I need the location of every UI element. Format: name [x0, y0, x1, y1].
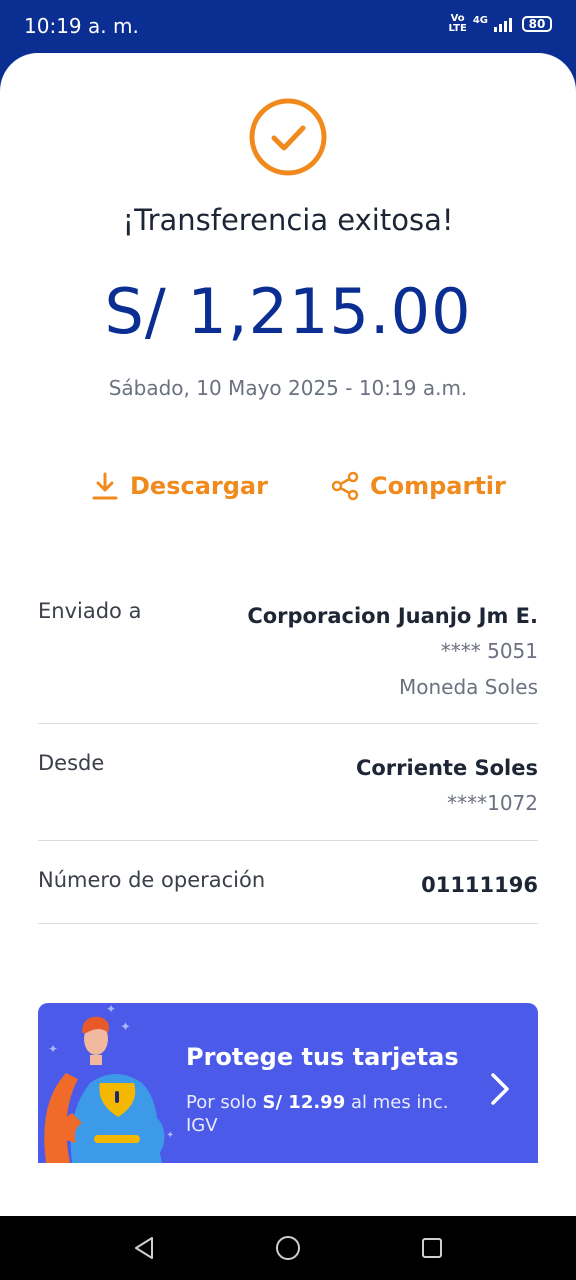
share-icon: [331, 471, 359, 501]
promo-title: Protege tus tarjetas: [186, 1043, 459, 1071]
system-nav-bar: [0, 1216, 576, 1280]
svg-text:✦: ✦: [166, 1130, 174, 1141]
sent-to-values: Corporacion Juanjo Jm E. **** 5051 Moned…: [247, 599, 538, 705]
promo-text: Por solo S/ 12.99 al mes inc. IGV: [186, 1091, 456, 1137]
download-label: Descargar: [130, 472, 268, 500]
share-button[interactable]: Compartir: [330, 471, 506, 501]
recipient-currency: Moneda Soles: [399, 675, 538, 699]
check-circle-icon: [249, 98, 327, 176]
battery-level: 80: [528, 17, 546, 31]
superhero-illustration: ✦ ✦ ✦ ✦: [44, 1003, 174, 1163]
sent-to-label: Enviado a: [38, 599, 142, 623]
network-type: 4G: [472, 14, 488, 26]
back-icon[interactable]: [130, 1234, 158, 1262]
operation-row: Número de operación 01111196: [38, 868, 538, 924]
svg-text:✦: ✦: [106, 1003, 116, 1016]
download-button[interactable]: Descargar: [90, 471, 268, 501]
recent-apps-icon[interactable]: [418, 1234, 446, 1262]
promo-text-prefix: Por solo: [186, 1092, 263, 1113]
receipt-card: ¡Transferencia exitosa! S/ 1,215.00 Sába…: [0, 53, 576, 1216]
battery-icon: 80: [522, 16, 552, 32]
from-label: Desde: [38, 751, 105, 775]
share-label: Compartir: [370, 472, 506, 500]
promo-price: S/ 12.99: [262, 1092, 346, 1113]
recipient-name: Corporacion Juanjo Jm E.: [247, 604, 538, 628]
sent-to-row: Enviado a Corporacion Juanjo Jm E. **** …: [38, 599, 538, 724]
status-icons: Vo LTE 4G 80: [448, 14, 552, 34]
status-bar: 10:19 a. m. Vo LTE 4G 80: [0, 0, 576, 56]
operation-values: 01111196: [421, 868, 538, 902]
volte-indicator: Vo LTE: [448, 13, 467, 34]
from-values: Corriente Soles ****1072: [356, 751, 538, 821]
protect-cards-banner[interactable]: ✦ ✦ ✦ ✦ Protege tus tarjetas Por solo S/…: [38, 1003, 538, 1163]
home-icon[interactable]: [274, 1234, 302, 1262]
recipient-account: **** 5051: [440, 639, 538, 663]
status-time: 10:19 a. m.: [24, 14, 139, 38]
transfer-datetime: Sábado, 10 Mayo 2025 - 10:19 a.m.: [108, 376, 468, 400]
svg-text:✦: ✦: [120, 1020, 131, 1035]
transfer-amount: S/ 1,215.00: [104, 275, 472, 348]
from-row: Desde Corriente Soles ****1072: [38, 751, 538, 841]
operation-number: 01111196: [421, 873, 538, 897]
chevron-right-icon: [491, 1073, 509, 1105]
svg-text:✦: ✦: [48, 1042, 58, 1056]
download-icon: [92, 472, 118, 500]
source-account-name: Corriente Soles: [355, 756, 538, 780]
signal-icon: [494, 16, 512, 32]
source-account-number: ****1072: [447, 791, 538, 815]
success-title: ¡Transferencia exitosa!: [122, 203, 454, 237]
operation-label: Número de operación: [38, 868, 266, 892]
